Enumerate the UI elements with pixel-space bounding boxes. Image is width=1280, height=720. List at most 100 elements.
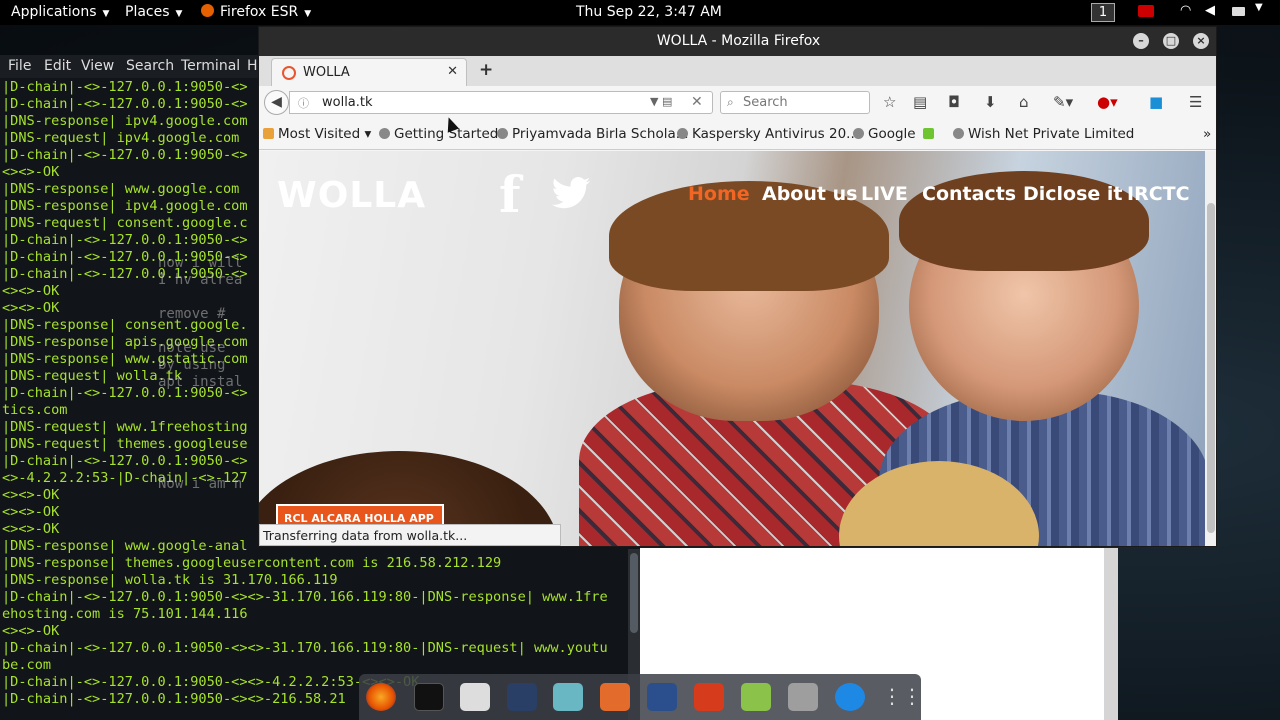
bookmark-label: Kaspersky Antivirus 20...	[692, 126, 860, 142]
bookmark-kaspersky[interactable]: Kaspersky Antivirus 20...	[677, 126, 859, 142]
page-scrollbar-thumb[interactable]	[1207, 203, 1215, 533]
status-bar: Transferring data from wolla.tk...	[259, 524, 561, 546]
terminal-line: |DNS-response| wolla.tk is 31.170.166.11…	[2, 572, 338, 588]
menu-search[interactable]: Search	[126, 58, 174, 75]
workspace-indicator[interactable]: 1	[1091, 3, 1115, 22]
armitage-dock-icon[interactable]	[553, 683, 583, 711]
files-dock-icon[interactable]	[460, 683, 490, 711]
places-label: Places	[125, 4, 170, 20]
applications-menu[interactable]: Applications ▼	[11, 4, 109, 20]
terminal-line: ehosting.com is 75.101.144.116	[2, 606, 248, 622]
firefox-label: Firefox ESR	[220, 4, 299, 20]
bookmark-u[interactable]	[923, 126, 938, 142]
twitter-icon[interactable]	[551, 177, 591, 209]
bookmark-label: Most Visited	[278, 126, 361, 142]
chevron-down-icon: ▼	[102, 9, 110, 19]
wifi-icon[interactable]: ◠	[1180, 3, 1191, 18]
notes-dock-icon[interactable]	[741, 683, 771, 711]
search-icon: ⌕	[727, 95, 734, 109]
nav-diclose-it[interactable]: Diclose it	[1023, 183, 1123, 205]
nav-about-us[interactable]: About us	[762, 183, 857, 205]
stop-loading-icon[interactable]: ✕	[691, 94, 703, 110]
droplet-dock-icon[interactable]	[835, 683, 865, 711]
download-icon[interactable]: ⬇	[984, 93, 997, 111]
background-editor-text: now i will I hv alrea remove # note use …	[158, 255, 243, 492]
maximize-button[interactable]: □	[1163, 33, 1179, 49]
firefox-dock-icon[interactable]	[366, 683, 396, 711]
facebook-icon[interactable]: f	[499, 165, 521, 224]
adblock-icon[interactable]: ●▾	[1097, 93, 1118, 111]
background-window-scrollbar	[1104, 548, 1118, 720]
applications-label: Applications	[11, 4, 97, 20]
terminal-scrollbar-thumb[interactable]	[630, 553, 638, 633]
bookmark-google[interactable]: Google	[853, 126, 916, 142]
url-text[interactable]: wolla.tk	[322, 95, 373, 110]
pocket-icon[interactable]: ◘	[948, 93, 960, 111]
battery-icon[interactable]	[1232, 7, 1245, 16]
url-history-dropdown-icon[interactable]: ▼ ▤	[650, 95, 672, 108]
more-bookmarks-chevron-icon[interactable]: »	[1203, 126, 1211, 142]
bookmarks-toolbar: Most Visited ▾ Getting Started Priyamvad…	[259, 119, 1216, 150]
bookmark-getting-started[interactable]: Getting Started	[379, 126, 498, 142]
menu-file[interactable]: File	[8, 58, 31, 75]
site-logo[interactable]: WOLLA	[277, 175, 426, 216]
search-placeholder: Search	[743, 95, 788, 110]
menu-help[interactable]: H	[247, 58, 258, 75]
hamburger-menu-icon[interactable]: ☰	[1189, 93, 1202, 111]
terminal-line: |D-chain|-<>-127.0.0.1:9050-<><>-31.170.…	[2, 640, 608, 656]
new-tab-button[interactable]: +	[479, 60, 493, 80]
tab-wolla[interactable]: WOLLA ✕	[271, 58, 467, 86]
terminal-line: be.com	[2, 657, 52, 673]
terminal-line: |D-chain|-<>-127.0.0.1:9050-<><>-31.170.…	[2, 589, 608, 605]
faraday-dock-icon[interactable]	[694, 683, 724, 711]
top-panel: Applications ▼ Places ▼ Firefox ESR ▼ Thu S…	[0, 0, 1280, 25]
home-icon[interactable]: ⌂	[1019, 93, 1029, 111]
firefox-window: WOLLA - Mozilla Firefox – □ × WOLLA ✕ + …	[258, 26, 1217, 547]
clock[interactable]: Thu Sep 22, 3:47 AM	[576, 4, 722, 20]
chevron-down-icon: ▼	[304, 9, 312, 19]
search-bar[interactable]: ⌕ Search	[720, 91, 870, 114]
back-button[interactable]: ◀	[264, 90, 289, 115]
firefox-icon	[201, 4, 214, 17]
show-apps-grid-icon[interactable]: ⋮⋮	[882, 683, 922, 711]
globe-icon	[497, 128, 508, 139]
nav-irctc[interactable]: IRCTC	[1127, 183, 1190, 205]
globe-icon	[953, 128, 964, 139]
bookmark-priyamvada[interactable]: Priyamvada Birla Schola...	[497, 126, 689, 142]
bookmark-wish-net[interactable]: Wish Net Private Limited	[953, 126, 1134, 142]
tab-title: WOLLA	[303, 65, 350, 80]
nav-home[interactable]: Home	[688, 183, 750, 205]
terminal-line: |DNS-response| themes.googleusercontent.…	[2, 555, 502, 571]
menu-edit[interactable]: Edit	[44, 58, 71, 75]
keyboard-dock-icon[interactable]	[788, 683, 818, 711]
reading-list-icon[interactable]: ▤	[913, 93, 927, 111]
globe-icon	[379, 128, 390, 139]
firefox-app-menu[interactable]: Firefox ESR ▼	[201, 4, 311, 20]
extension-icon[interactable]: ✎▾	[1053, 93, 1073, 111]
site-info-icon[interactable]: ⓘ	[298, 95, 309, 111]
network-alert-icon[interactable]	[1138, 5, 1154, 17]
globe-icon	[853, 128, 864, 139]
system-menu-chevron-icon[interactable]: ▼	[1255, 2, 1263, 13]
folder-icon	[263, 128, 274, 139]
burpsuite-dock-icon[interactable]	[600, 683, 630, 711]
bookmark-most-visited[interactable]: Most Visited ▾	[263, 126, 371, 142]
navigation-toolbar: ◀ ⓘ wolla.tk ▼ ▤ ✕ ⌕ Search ☆ ▤ ◘ ⬇ ⌂ ✎▾…	[259, 86, 1216, 119]
metasploit-dock-icon[interactable]	[507, 683, 537, 711]
bookmark-label: Google	[868, 126, 916, 142]
url-bar[interactable]: ⓘ wolla.tk ▼ ▤ ✕	[289, 91, 713, 114]
minimize-button[interactable]: –	[1133, 33, 1149, 49]
menu-view[interactable]: View	[81, 58, 114, 75]
menu-terminal[interactable]: Terminal	[181, 58, 240, 75]
terminal-dock-icon[interactable]	[414, 683, 444, 711]
maltego-dock-icon[interactable]	[647, 683, 677, 711]
bookmark-star-icon[interactable]: ☆	[883, 93, 896, 111]
places-menu[interactable]: Places ▼	[125, 4, 182, 20]
close-window-button[interactable]: ×	[1193, 33, 1209, 49]
dock: ⋮⋮	[359, 674, 922, 720]
nav-live[interactable]: LIVE	[861, 183, 908, 205]
volume-icon[interactable]: ◀	[1205, 3, 1215, 18]
skype-icon[interactable]: ■	[1149, 93, 1163, 111]
close-tab-icon[interactable]: ✕	[447, 64, 458, 79]
nav-contacts[interactable]: Contacts	[922, 183, 1016, 205]
